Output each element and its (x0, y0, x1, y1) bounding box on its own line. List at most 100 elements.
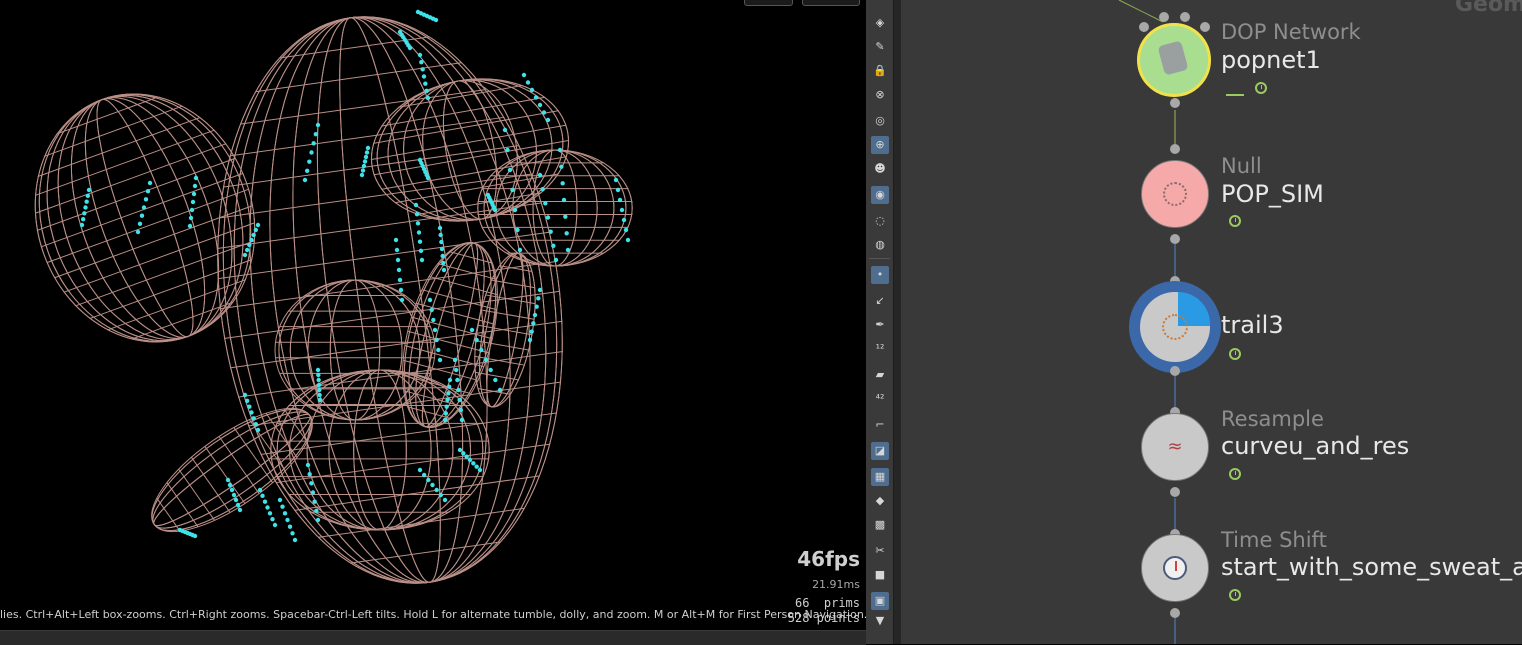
particle-point (397, 277, 403, 283)
particle-point (564, 231, 569, 236)
shading-icon[interactable]: ◪ (871, 442, 889, 460)
particle-point (560, 181, 565, 186)
particle-point (307, 471, 312, 477)
select-visible-icon[interactable]: ✎ (871, 38, 889, 56)
dop-network-node-icon[interactable] (1137, 23, 1211, 97)
particle-point (434, 337, 439, 343)
output-connector[interactable] (1170, 487, 1180, 497)
render-icon[interactable]: ◍ (871, 236, 889, 254)
particle-point (477, 467, 483, 473)
snapshot-icon[interactable]: ⊗ (871, 86, 889, 104)
output-connector[interactable] (1170, 608, 1180, 618)
particle-point (461, 451, 466, 456)
ghost-icon[interactable]: ☻ (871, 160, 889, 178)
particle-point (305, 462, 311, 468)
scene-viewport[interactable]: 46fps 21.91ms 66 prims 528 points lies. … (0, 0, 866, 630)
left-ear-wire (34, 93, 256, 343)
particle-point (396, 267, 402, 273)
input-connector[interactable] (1180, 12, 1190, 22)
input-connector[interactable] (1159, 12, 1169, 22)
particle-point (430, 482, 435, 488)
input-connector[interactable] (1200, 22, 1210, 32)
particle-point (561, 197, 567, 203)
pen-icon[interactable]: ✒ (871, 316, 889, 334)
particle-point (395, 257, 401, 263)
output-connector[interactable] (1170, 234, 1180, 244)
particle-point (419, 257, 425, 263)
node-name-label: popnet1 (1221, 46, 1321, 74)
particle-point (145, 188, 151, 194)
particle-point (536, 296, 541, 301)
stop-icon[interactable]: ■ (871, 566, 889, 584)
eye-icon[interactable]: ◌ (871, 212, 889, 230)
corner-icon[interactable]: ⌐ (871, 416, 889, 434)
selected-node-ring[interactable] (1129, 281, 1221, 373)
particle-point (540, 186, 545, 192)
particle-point (143, 197, 149, 202)
particle-point (427, 297, 433, 303)
null-node-icon[interactable] (1141, 160, 1209, 228)
fps-readout: 46fps (797, 547, 860, 571)
particle-point (190, 199, 196, 205)
particle-point (267, 511, 273, 516)
particle-point (421, 74, 427, 79)
input-connector[interactable] (1170, 144, 1180, 154)
particle-point (249, 410, 254, 415)
point-display-icon[interactable]: • (871, 266, 889, 284)
particle-point (437, 357, 443, 363)
prim-numbers-icon[interactable]: ⁴² (871, 390, 889, 408)
particle-point (421, 472, 427, 478)
time-shift-node-icon[interactable] (1141, 534, 1209, 602)
node-type-label: Null (1221, 154, 1262, 178)
tile-icon[interactable]: ▩ (871, 516, 889, 534)
particle-point (492, 207, 498, 213)
vis-icon[interactable]: ⊕ (871, 136, 889, 154)
particle-point (456, 387, 461, 393)
viewport-camera-button[interactable] (802, 0, 860, 6)
particle-point (307, 159, 312, 164)
particle-point (317, 387, 322, 393)
particle-point (565, 247, 571, 253)
particle-point (364, 150, 370, 155)
viewport-menu-button[interactable] (744, 0, 793, 6)
particle-point (394, 247, 400, 253)
particle-point (452, 357, 458, 363)
screen-icon[interactable]: ▣ (871, 592, 889, 610)
viewport-timeline-strip[interactable] (0, 630, 866, 645)
output-connector[interactable] (1170, 366, 1180, 376)
particle-point (231, 492, 237, 498)
particle-point (474, 464, 479, 469)
particle-point (312, 499, 317, 504)
particle-point (551, 243, 556, 249)
particle-point (285, 517, 290, 523)
lock-icon[interactable]: 🔒 (871, 62, 889, 80)
particle-point (265, 505, 270, 510)
network-editor[interactable]: Geom DOP Network popnet1 Null POP_SIM tr… (901, 0, 1522, 644)
particle-point (290, 531, 295, 536)
particle-point (262, 499, 268, 504)
input-connector[interactable] (1139, 22, 1149, 32)
particle-point (363, 154, 369, 160)
shape-icon[interactable]: ◆ (871, 492, 889, 510)
time-dependent-icon (1229, 589, 1241, 601)
display-options-icon[interactable]: ◈ (871, 14, 889, 32)
output-connector[interactable] (1170, 98, 1180, 108)
lens-icon[interactable]: ◎ (871, 112, 889, 130)
resample-node-icon[interactable]: ≈ (1141, 413, 1209, 481)
point-numbers-icon[interactable]: ¹² (871, 340, 889, 358)
particle-point (225, 477, 231, 483)
particle-point (553, 257, 559, 263)
scissor-icon[interactable]: ✂ (871, 542, 889, 560)
camera-icon[interactable]: ◉ (871, 186, 889, 204)
normals-icon[interactable]: ↙ (871, 292, 889, 310)
particle-point (227, 482, 233, 488)
particle-point (189, 207, 195, 213)
down-arrow-icon[interactable]: ▼ (871, 612, 889, 630)
particle-point (398, 287, 404, 293)
node-type-label: Resample (1221, 407, 1324, 431)
trail-node-icon[interactable] (1140, 292, 1210, 362)
brush-icon[interactable]: ▰ (871, 366, 889, 384)
render-flag-icon[interactable] (1226, 82, 1244, 96)
particle-point (534, 304, 539, 309)
checker-icon[interactable]: ▦ (871, 468, 889, 486)
